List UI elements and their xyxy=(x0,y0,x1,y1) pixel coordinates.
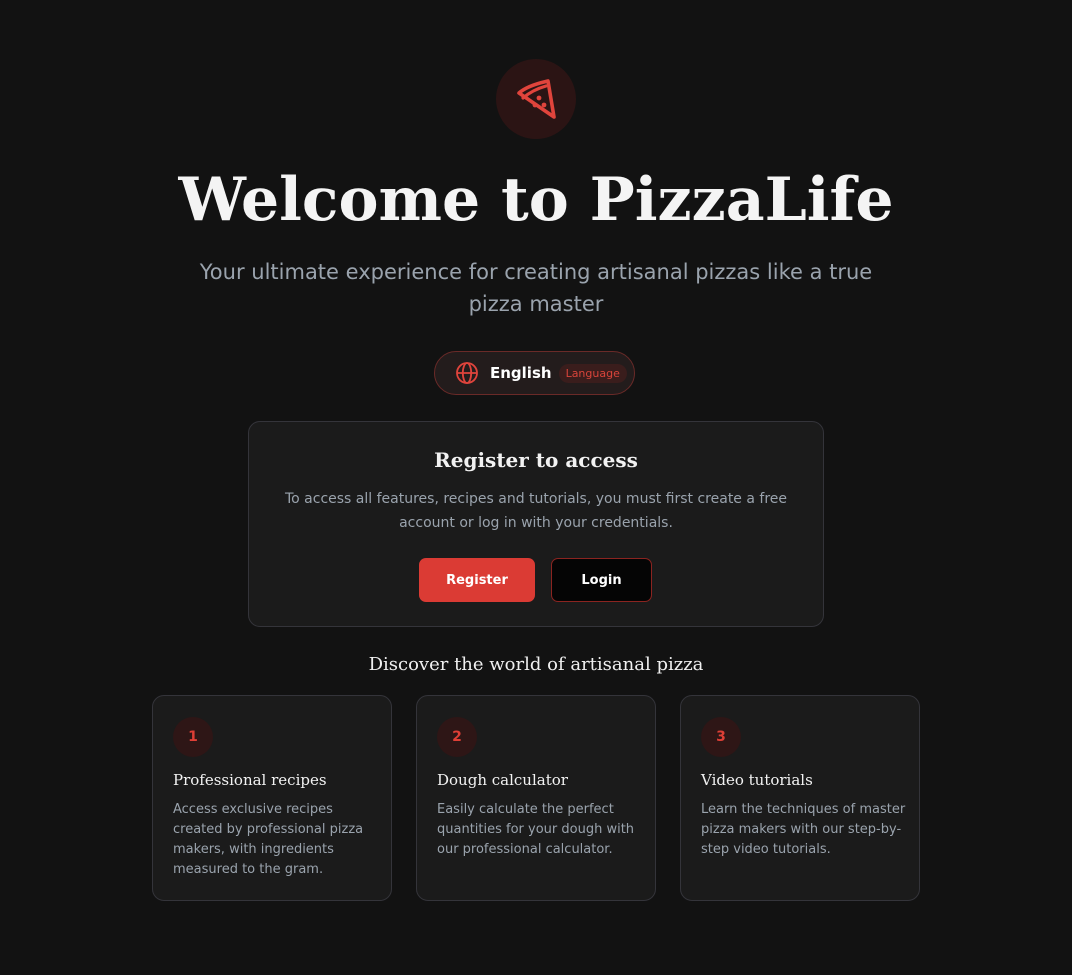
feature-description: Access exclusive recipes created by prof… xyxy=(173,802,364,877)
logo xyxy=(496,59,576,139)
feature-description: Learn the techniques of master pizza mak… xyxy=(701,802,906,857)
language-badge: Language xyxy=(558,363,627,383)
features-section-title: Discover the world of artisanal pizza xyxy=(368,654,704,675)
language-current: English xyxy=(490,364,552,382)
register-button[interactable]: Register xyxy=(419,558,535,602)
feature-card-video-tutorials: 3 Video tutorials Learn the techniques o… xyxy=(680,695,920,901)
welcome-page: Welcome to PizzaLife Your ultimate exper… xyxy=(0,0,1072,975)
feature-number-badge: 2 xyxy=(437,717,477,757)
auth-card-title: Register to access xyxy=(434,448,638,472)
page-subtitle: Your ultimate experience for creating ar… xyxy=(199,260,873,316)
feature-description: Easily calculate the perfect quantities … xyxy=(437,802,635,857)
auth-card-text: To access all features, recipes and tuto… xyxy=(284,491,788,531)
globe-icon xyxy=(456,362,478,384)
language-selector[interactable]: English Language xyxy=(434,351,635,395)
feature-title: Dough calculator xyxy=(437,771,568,789)
feature-number-badge: 1 xyxy=(173,717,213,757)
auth-card: Register to access To access all feature… xyxy=(248,421,824,627)
feature-card-recipes: 1 Professional recipes Access exclusive … xyxy=(152,695,392,901)
feature-title: Professional recipes xyxy=(173,771,327,789)
pizza-slice-icon xyxy=(517,79,556,119)
feature-card-dough-calculator: 2 Dough calculator Easily calculate the … xyxy=(416,695,656,901)
feature-title: Video tutorials xyxy=(701,771,813,789)
login-button[interactable]: Login xyxy=(551,558,652,602)
feature-number-badge: 3 xyxy=(701,717,741,757)
page-title: Welcome to PizzaLife xyxy=(178,165,894,235)
